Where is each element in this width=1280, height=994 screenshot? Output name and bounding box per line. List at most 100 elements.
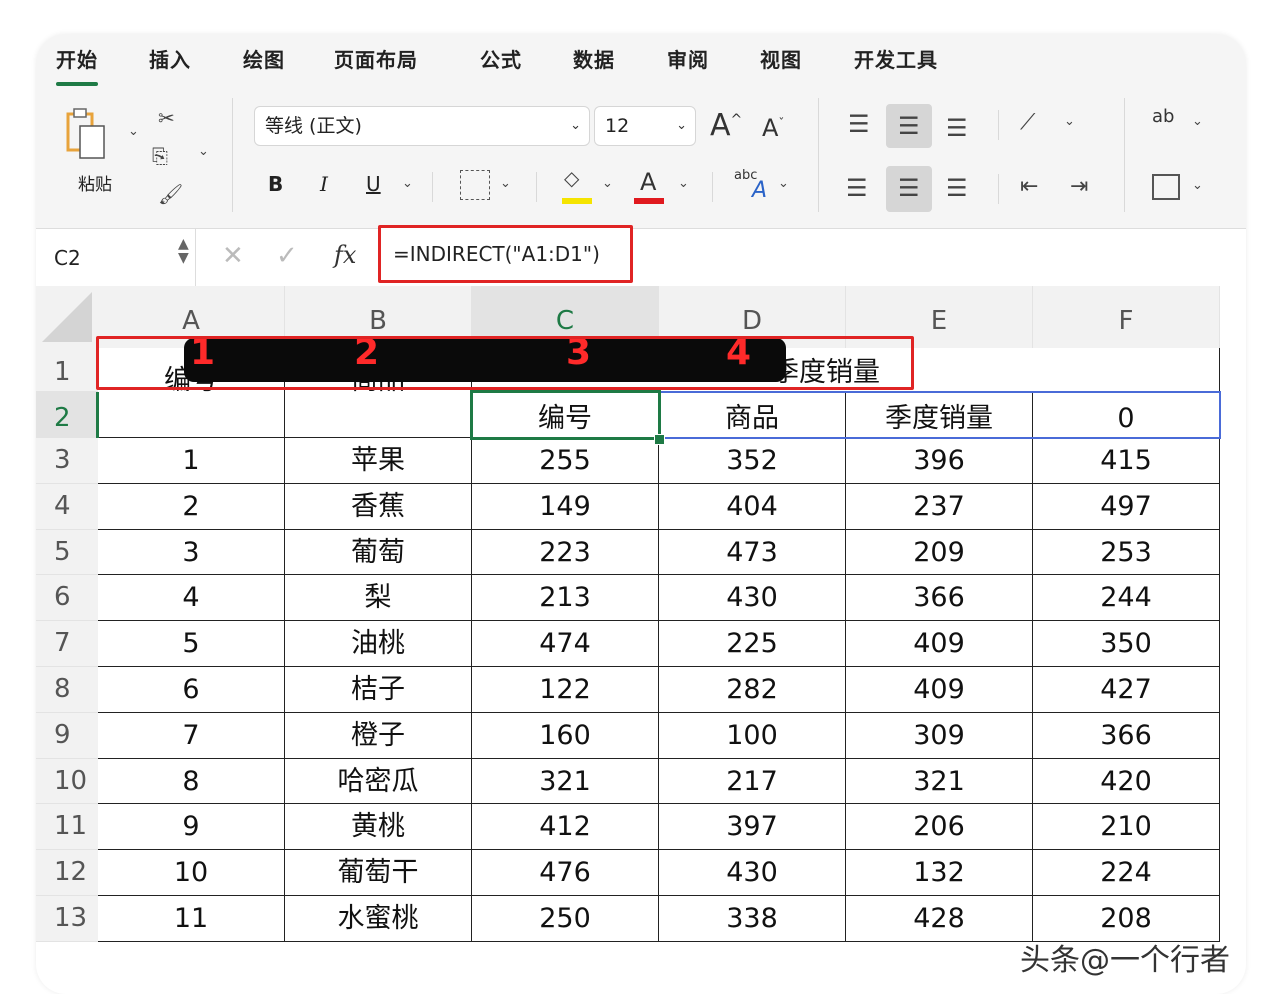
shrink-font-button[interactable]: Aˇ xyxy=(762,114,784,142)
cell-a[interactable]: 9 xyxy=(98,804,285,851)
cell-c[interactable]: 412 xyxy=(472,804,659,851)
cell-d[interactable]: 430 xyxy=(659,850,846,896)
cell-d[interactable]: 100 xyxy=(659,712,846,759)
tab-insert[interactable]: 插入 xyxy=(149,44,191,73)
tab-formulas[interactable]: 公式 xyxy=(480,44,522,73)
merge-center-icon[interactable] xyxy=(1152,174,1180,200)
row-header-2[interactable]: 2 xyxy=(36,392,98,438)
fill-color-icon[interactable]: ◇ xyxy=(564,168,579,188)
cell-c[interactable]: 223 xyxy=(472,529,659,576)
align-center-icon[interactable]: ☰ xyxy=(898,176,920,200)
fill-color-dropdown-icon[interactable]: ⌄ xyxy=(602,176,613,191)
cell-f[interactable]: 350 xyxy=(1033,621,1220,667)
tab-home[interactable]: 开始 xyxy=(56,44,98,86)
cell-d[interactable]: 397 xyxy=(659,804,846,851)
cell-d[interactable]: 217 xyxy=(659,758,846,805)
cell-a[interactable]: 10 xyxy=(98,850,285,896)
row-header[interactable]: 3 xyxy=(36,438,98,484)
cell-e[interactable]: 132 xyxy=(846,850,1033,896)
tab-draw[interactable]: 绘图 xyxy=(243,44,285,73)
cell-d[interactable]: 282 xyxy=(659,667,846,713)
cell-b[interactable]: 黄桃 xyxy=(285,804,472,851)
tab-view[interactable]: 视图 xyxy=(760,44,802,73)
cell-e[interactable]: 309 xyxy=(846,712,1033,759)
cell-e[interactable]: 428 xyxy=(846,896,1033,942)
phonetic-dropdown-icon[interactable]: ⌄ xyxy=(778,176,789,191)
cell-b[interactable]: 梨 xyxy=(285,575,472,622)
paste-dropdown-icon[interactable]: ⌄ xyxy=(128,124,139,139)
row-header[interactable]: 4 xyxy=(36,483,98,530)
cell-b[interactable]: 葡萄 xyxy=(285,529,472,576)
cell-b[interactable]: 葡萄干 xyxy=(285,850,472,896)
formula-input[interactable]: =INDIRECT("A1:D1") xyxy=(378,225,633,283)
cell-a[interactable]: 11 xyxy=(98,896,285,942)
cell-e[interactable]: 366 xyxy=(846,575,1033,622)
row-header[interactable]: 11 xyxy=(36,804,98,851)
phonetic-icon[interactable]: A xyxy=(752,178,767,203)
cell-d[interactable]: 404 xyxy=(659,483,846,530)
wrap-text-icon[interactable]: ab xyxy=(1152,106,1174,127)
cell-e[interactable]: 321 xyxy=(846,758,1033,805)
row-header[interactable]: 9 xyxy=(36,712,98,759)
cell-f[interactable]: 224 xyxy=(1033,850,1220,896)
cell-c[interactable]: 474 xyxy=(472,621,659,667)
cell-f[interactable]: 427 xyxy=(1033,667,1220,713)
align-top-icon[interactable]: ☰ xyxy=(848,112,870,136)
cell-d[interactable]: 352 xyxy=(659,438,846,484)
paste-button[interactable]: 粘贴 xyxy=(56,102,116,200)
tab-page-layout[interactable]: 页面布局 xyxy=(334,44,418,73)
cell-a[interactable]: 5 xyxy=(98,621,285,667)
merge-dropdown-icon[interactable]: ⌄ xyxy=(1192,178,1203,193)
underline-button[interactable]: U xyxy=(366,172,381,196)
cell-c[interactable]: 160 xyxy=(472,712,659,759)
cell-a[interactable]: 4 xyxy=(98,575,285,622)
font-name-select[interactable]: 等线 (正文) ⌄ xyxy=(254,106,590,146)
cell-e[interactable]: 409 xyxy=(846,667,1033,713)
cell-d[interactable]: 430 xyxy=(659,575,846,622)
cell-a[interactable]: 8 xyxy=(98,758,285,805)
cell-a[interactable]: 2 xyxy=(98,483,285,530)
copy-icon[interactable]: ⎘ xyxy=(152,146,168,166)
cell-d[interactable]: 225 xyxy=(659,621,846,667)
column-header-f[interactable]: F xyxy=(1033,286,1220,348)
align-right-icon[interactable]: ☰ xyxy=(946,176,968,200)
cell-b[interactable]: 油桃 xyxy=(285,621,472,667)
align-left-icon[interactable]: ☰ xyxy=(846,176,868,200)
cell-b[interactable]: 哈密瓜 xyxy=(285,758,472,805)
borders-dropdown-icon[interactable]: ⌄ xyxy=(500,176,511,191)
font-color-dropdown-icon[interactable]: ⌄ xyxy=(678,176,689,191)
orientation-icon[interactable]: ⟋ xyxy=(1020,112,1035,134)
cell-b[interactable]: 香蕉 xyxy=(285,483,472,530)
row-header[interactable]: 8 xyxy=(36,667,98,713)
cell-e[interactable]: 237 xyxy=(846,483,1033,530)
cell-f[interactable]: 497 xyxy=(1033,483,1220,530)
increase-indent-icon[interactable]: ⇥ xyxy=(1070,176,1088,198)
format-painter-icon[interactable]: 🖌 xyxy=(158,184,183,204)
tab-data[interactable]: 数据 xyxy=(573,44,615,73)
cell-b[interactable]: 水蜜桃 xyxy=(285,896,472,942)
cell-f[interactable]: 210 xyxy=(1033,804,1220,851)
row-header[interactable]: 13 xyxy=(36,896,98,942)
cell-e[interactable]: 409 xyxy=(846,621,1033,667)
underline-dropdown-icon[interactable]: ⌄ xyxy=(402,176,413,191)
row-header[interactable]: 5 xyxy=(36,529,98,576)
cell-a[interactable]: 3 xyxy=(98,529,285,576)
cell-f1[interactable] xyxy=(1033,348,1220,392)
copy-dropdown-icon[interactable]: ⌄ xyxy=(198,144,209,159)
row-header[interactable]: 10 xyxy=(36,758,98,805)
cut-icon[interactable]: ✂ xyxy=(158,108,175,128)
cell-a[interactable]: 7 xyxy=(98,712,285,759)
grow-font-button[interactable]: A^ xyxy=(710,108,742,143)
cell-a[interactable]: 6 xyxy=(98,667,285,713)
cell-b[interactable]: 橙子 xyxy=(285,712,472,759)
align-middle-icon[interactable]: ☰ xyxy=(898,114,920,138)
font-size-select[interactable]: 12 ⌄ xyxy=(594,106,696,146)
cell-c[interactable]: 255 xyxy=(472,438,659,484)
font-color-icon[interactable]: A xyxy=(640,168,656,196)
orientation-dropdown-icon[interactable]: ⌄ xyxy=(1064,114,1075,129)
name-box-stepper-icon[interactable]: ▲ ▼ xyxy=(178,237,189,265)
row-header-1[interactable]: 1 xyxy=(36,348,98,392)
fill-handle[interactable] xyxy=(654,434,665,445)
cell-c[interactable]: 213 xyxy=(472,575,659,622)
enter-icon[interactable]: ✓ xyxy=(276,241,298,271)
